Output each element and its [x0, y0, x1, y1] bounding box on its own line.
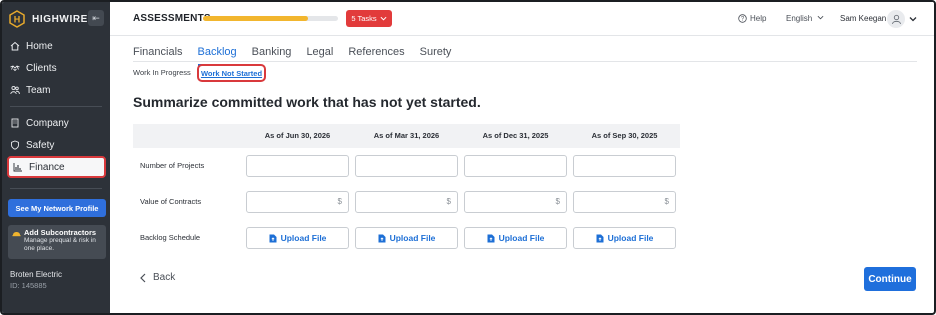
user-menu-chevron-icon[interactable]: [909, 15, 917, 23]
sidebar-item-company[interactable]: Company: [10, 114, 106, 132]
contracts-input-dec-2025[interactable]: $: [464, 191, 567, 213]
file-upload-icon: [487, 234, 495, 242]
tasks-dropdown-button[interactable]: 5 Tasks: [346, 10, 392, 27]
handshake-icon: [10, 65, 20, 72]
row-label-value-of-contracts: Value of Contracts: [140, 197, 202, 206]
people-icon: [10, 85, 20, 95]
currency-suffix: $: [664, 197, 669, 206]
sidebar-item-label: Safety: [26, 139, 55, 151]
sidebar: H HIGHWIRE ⇤ Home Clients Team Company S…: [2, 2, 110, 313]
column-header: As of Sep 30, 2025: [591, 131, 658, 140]
currency-suffix: $: [555, 197, 560, 206]
contracts-input-jun-2026[interactable]: $: [246, 191, 349, 213]
tab-financials[interactable]: Financials: [133, 46, 183, 62]
tab-references[interactable]: References: [348, 46, 404, 62]
tab-legal[interactable]: Legal: [306, 46, 333, 62]
svg-text:H: H: [14, 15, 21, 25]
building-icon: [11, 118, 19, 128]
help-icon: ?: [738, 14, 747, 23]
upload-label: Upload File: [607, 233, 654, 243]
sidebar-item-safety[interactable]: Safety: [10, 136, 106, 154]
section-tabs: Financials Backlog Banking Legal Referen…: [133, 46, 466, 66]
sidebar-item-label: Finance: [29, 161, 65, 173]
brand-name: HIGHWIRE: [32, 13, 88, 25]
sidebar-item-clients[interactable]: Clients: [10, 59, 106, 77]
continue-button[interactable]: Continue: [864, 267, 916, 291]
tab-banking[interactable]: Banking: [252, 46, 292, 62]
subtab-work-in-progress[interactable]: Work In Progress: [133, 68, 191, 77]
avatar[interactable]: [887, 10, 905, 28]
chevron-down-icon: [380, 16, 387, 21]
upload-file-button-sep-2025[interactable]: Upload File: [573, 227, 676, 249]
brand[interactable]: H HIGHWIRE: [8, 9, 88, 29]
tasks-label: 5 Tasks: [351, 14, 377, 23]
sidebar-item-home[interactable]: Home: [10, 37, 106, 55]
sidebar-item-label: Team: [26, 84, 51, 96]
assessment-progress-bar: [203, 16, 338, 21]
sidebar-item-label: Home: [26, 40, 53, 52]
back-button[interactable]: Back: [139, 272, 175, 283]
upload-file-button-dec-2025[interactable]: Upload File: [464, 227, 567, 249]
page-title: Summarize committed work that has not ye…: [133, 94, 481, 110]
sidebar-item-finance[interactable]: Finance: [7, 156, 106, 178]
help-label: Help: [750, 14, 767, 23]
chevron-down-icon: [818, 15, 824, 20]
tabs-divider: [133, 61, 917, 62]
sidebar-item-team[interactable]: Team: [10, 81, 106, 99]
projects-input-jun-2026[interactable]: [246, 155, 349, 177]
chevron-left-icon: [140, 273, 146, 282]
row-label-backlog-schedule: Backlog Schedule: [140, 233, 201, 242]
upload-label: Upload File: [280, 233, 327, 243]
column-header: As of Jun 30, 2026: [264, 131, 331, 140]
currency-suffix: $: [446, 197, 451, 206]
assessments-title: ASSESSMENTS: [133, 13, 211, 24]
upload-file-button-jun-2026[interactable]: Upload File: [246, 227, 349, 249]
back-label: Back: [153, 272, 176, 283]
projects-input-mar-2026[interactable]: [355, 155, 458, 177]
app-window: H HIGHWIRE ⇤ Home Clients Team Company S…: [0, 0, 936, 315]
collapse-icon: ⇤: [92, 12, 100, 23]
projects-input-sep-2025[interactable]: [573, 155, 676, 177]
projects-input-dec-2025[interactable]: [464, 155, 567, 177]
shield-icon: [11, 140, 19, 150]
currency-suffix: $: [337, 197, 342, 206]
collapse-sidebar-button[interactable]: ⇤: [88, 10, 104, 26]
file-upload-icon: [269, 234, 277, 242]
upload-label: Upload File: [389, 233, 436, 243]
column-header: As of Mar 31, 2026: [373, 131, 440, 140]
tab-surety[interactable]: Surety: [420, 46, 452, 62]
company-id: ID: 145885: [10, 281, 47, 290]
subtab-label: Work Not Started: [200, 68, 263, 78]
contracts-input-sep-2025[interactable]: $: [573, 191, 676, 213]
sidebar-divider: [10, 188, 102, 189]
upload-file-button-mar-2026[interactable]: Upload File: [355, 227, 458, 249]
row-label-number-of-projects: Number of Projects: [140, 161, 205, 170]
chart-icon: [13, 163, 22, 172]
help-link[interactable]: ? Help: [738, 14, 766, 23]
highwire-logo-icon: H: [9, 10, 25, 28]
top-bar: ASSESSMENTS 5 Tasks ? Help English Sam K…: [110, 2, 934, 36]
contracts-input-mar-2026[interactable]: $: [355, 191, 458, 213]
language-selector[interactable]: English: [786, 14, 824, 23]
sidebar-divider: [10, 106, 102, 107]
user-icon: [891, 14, 901, 24]
sidebar-item-label: Clients: [26, 62, 57, 74]
home-icon: [10, 41, 20, 51]
subtab-work-not-started[interactable]: Work Not Started: [197, 64, 266, 82]
company-name: Broten Electric: [10, 270, 63, 279]
promo-title: Add Subcontractors: [24, 228, 97, 237]
sidebar-item-label: Company: [26, 117, 69, 129]
subcontractor-icon: [12, 232, 21, 237]
see-network-profile-button[interactable]: See My Network Profile: [8, 199, 106, 217]
column-header: As of Dec 31, 2025: [482, 131, 549, 140]
tab-backlog[interactable]: Backlog: [197, 46, 237, 66]
assessment-progress-fill: [203, 16, 309, 21]
upload-label: Upload File: [498, 233, 545, 243]
language-label: English: [786, 14, 813, 23]
user-name[interactable]: Sam Keegan: [840, 14, 886, 23]
promo-text: Manage prequal & risk in one place.: [24, 237, 96, 252]
file-upload-icon: [596, 234, 604, 242]
file-upload-icon: [378, 234, 386, 242]
add-subcontractors-promo[interactable]: Add Subcontractors Manage prequal & risk…: [8, 225, 106, 259]
